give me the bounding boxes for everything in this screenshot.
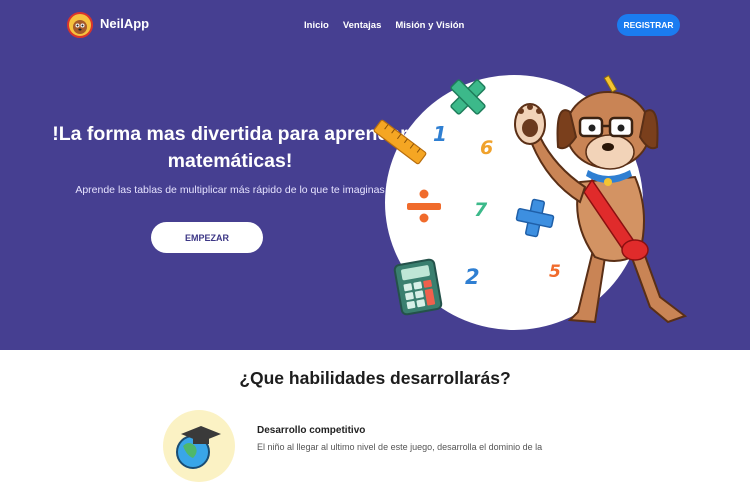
number-one: 1 bbox=[433, 122, 447, 146]
main-nav: Inicio Ventajas Misión y Visión bbox=[304, 20, 464, 31]
number-six: 6 bbox=[480, 137, 494, 159]
hero-subtitle: Aprende las tablas de multiplicar más rá… bbox=[75, 184, 385, 196]
skill-title: Desarrollo competitivo bbox=[257, 425, 366, 436]
skill-description: El niño al llegar al ultimo nivel de est… bbox=[257, 442, 543, 452]
hero-title: !La forma mas divertida para aprender ma… bbox=[52, 123, 408, 172]
dog-mascot-icon bbox=[514, 74, 688, 324]
number-seven: 7 bbox=[474, 199, 488, 221]
percent-sign-icon bbox=[407, 189, 441, 223]
section-heading: ¿Que habilidades desarrollarás? bbox=[239, 368, 511, 388]
ruler-icon bbox=[373, 119, 427, 165]
hero-section: NeilApp Inicio Ventajas Misión y Visión … bbox=[0, 0, 750, 350]
logo-icon[interactable] bbox=[67, 12, 93, 38]
number-two: 2 bbox=[465, 265, 480, 289]
graduation-globe-icon bbox=[163, 410, 235, 482]
multiply-sign-icon bbox=[450, 79, 486, 115]
start-button[interactable]: EMPEZAR bbox=[151, 222, 263, 253]
brand-name[interactable]: NeilApp bbox=[100, 16, 149, 31]
nav-link-mision-vision[interactable]: Misión y Visión bbox=[395, 20, 464, 31]
nav-link-ventajas[interactable]: Ventajas bbox=[343, 20, 382, 31]
nav-link-inicio[interactable]: Inicio bbox=[304, 20, 329, 31]
register-button[interactable]: REGISTRAR bbox=[617, 14, 680, 36]
calculator-icon bbox=[393, 258, 443, 316]
